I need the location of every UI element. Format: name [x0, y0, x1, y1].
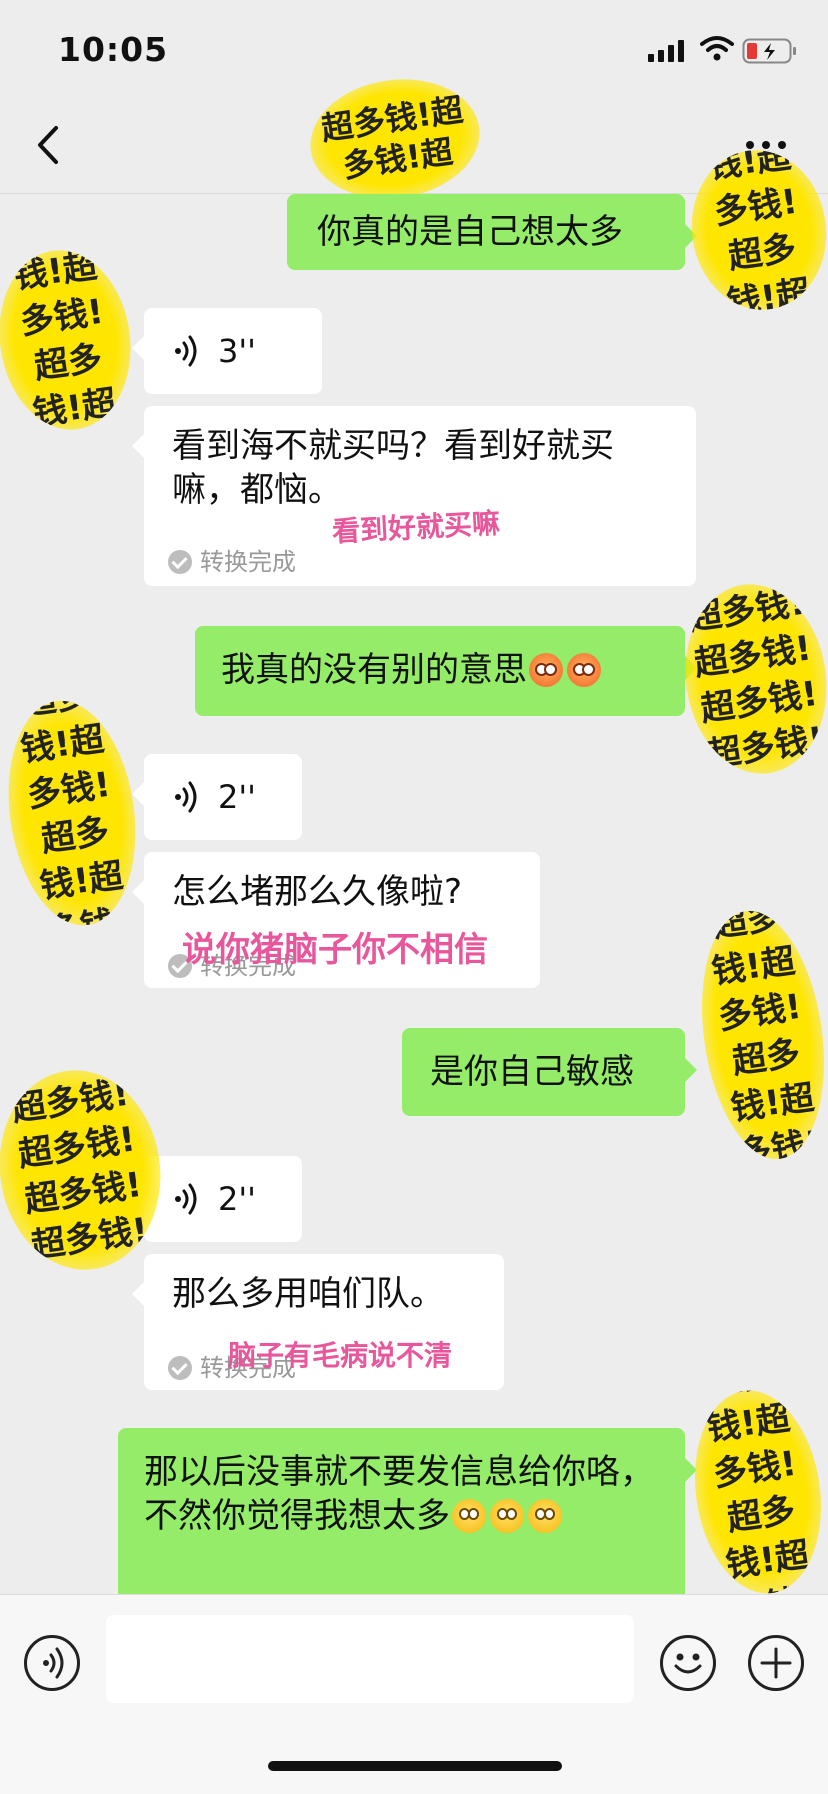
transcript-text: 看到海不就买吗？看到好就买嘛，都恼。 — [172, 426, 614, 510]
avatar-redaction: 超多钱!超多钱!超多钱!超多钱! — [673, 575, 828, 783]
voice-wave-icon — [175, 781, 197, 813]
message-text: 我真的没有别的意思 — [221, 650, 527, 690]
home-indicator — [268, 1761, 562, 1771]
confused-face-emoji-icon — [452, 1499, 486, 1533]
message-bubble-outgoing[interactable]: 我真的没有别的意思 — [195, 626, 697, 716]
message-bubble-outgoing[interactable]: 是你自己敏感 — [402, 1028, 697, 1116]
avatar-redaction: 超多钱!超多钱!超多钱!超多钱! — [0, 692, 150, 934]
voice-message-bubble[interactable]: 3'' — [132, 308, 322, 394]
voice-wave-icon — [175, 335, 197, 367]
back-chevron-icon[interactable] — [30, 120, 70, 170]
astonished-face-emoji-icon — [528, 1499, 562, 1533]
signal-icon — [648, 40, 684, 62]
voice-message-bubble[interactable]: 2'' — [132, 1156, 302, 1242]
voice-duration: 3'' — [218, 332, 256, 370]
conversion-status-label: 转换完成 — [200, 548, 296, 576]
message-text: 那以后没事就不要发信息给你咯，不然你觉得我想太多 — [144, 1452, 654, 1536]
flushed-face-emoji-icon — [567, 653, 601, 687]
message-input[interactable] — [106, 1615, 634, 1703]
voice-wave-icon — [175, 1183, 197, 1215]
check-icon — [168, 1356, 192, 1380]
more-options-button[interactable] — [748, 1635, 804, 1691]
wifi-icon — [700, 36, 734, 61]
plus-icon — [760, 1647, 792, 1679]
emoji-button[interactable] — [660, 1635, 716, 1691]
avatar-redaction: 超多钱!超多钱!超多钱!超多钱! — [0, 241, 142, 439]
transcript-text: 怎么堵那么久像啦? — [172, 872, 463, 912]
voice-input-toggle[interactable] — [24, 1635, 80, 1691]
astonished-face-emoji-icon — [490, 1499, 524, 1533]
message-text: 是你自己敏感 — [430, 1052, 634, 1092]
handwritten-annotation: 脑子有毛病说不清 — [228, 1339, 453, 1372]
avatar-redaction: 超多钱!超多钱!超多钱!超多钱! — [682, 1382, 828, 1602]
battery-icon — [742, 38, 796, 64]
conversion-status: 转换完成 — [168, 540, 296, 584]
message-text: 你真的是自己想太多 — [317, 212, 623, 252]
message-bubble-outgoing[interactable]: 你真的是自己想太多 — [287, 194, 697, 270]
voice-duration: 2'' — [218, 778, 256, 816]
transcript-bubble[interactable]: 那么多用咱们队。 转换完成 脑子有毛病说不清 — [132, 1254, 504, 1390]
status-time: 10:05 — [58, 30, 169, 69]
avatar-redaction: 超多钱!超多钱!超多钱!超多钱! — [0, 1059, 174, 1281]
transcript-bubble[interactable]: 看到海不就买吗？看到好就买嘛，都恼。 转换完成 看到好就买嘛 — [132, 406, 696, 586]
flushed-face-emoji-icon — [529, 653, 563, 687]
message-bubble-outgoing[interactable]: 那以后没事就不要发信息给你咯，不然你觉得我想太多 — [118, 1428, 697, 1594]
voice-duration: 2'' — [218, 1180, 256, 1218]
avatar-redaction: 超多钱!超多钱!超多钱!超多钱! — [687, 903, 828, 1167]
transcript-bubble[interactable]: 怎么堵那么久像啦? 转换完成 说你猪脑子你不相信 — [132, 852, 540, 988]
handwritten-annotation: 说你猪脑子你不相信 — [182, 930, 488, 970]
smiley-icon — [674, 1653, 702, 1674]
check-icon — [168, 550, 192, 574]
transcript-text: 那么多用咱们队。 — [172, 1274, 444, 1314]
chat-input-bar — [0, 1594, 828, 1794]
handwritten-annotation: 看到好就买嘛 — [331, 506, 501, 549]
voice-wave-icon — [43, 1647, 64, 1679]
voice-message-bubble[interactable]: 2'' — [132, 754, 302, 840]
